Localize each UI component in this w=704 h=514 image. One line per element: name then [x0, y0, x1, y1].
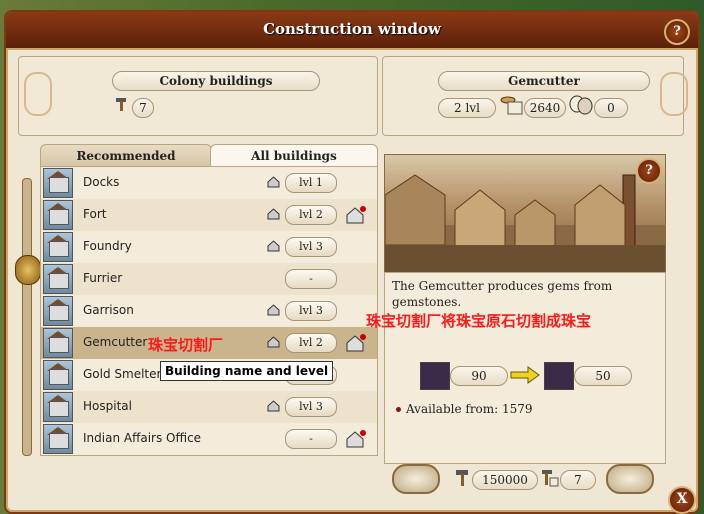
build-upgrade-icon[interactable] [345, 205, 367, 225]
building-icon [43, 424, 73, 454]
colony-panel [18, 56, 378, 136]
hammer-icon [116, 98, 126, 111]
list-item-furrier[interactable]: Furrier - [41, 263, 377, 295]
town-illustration [385, 174, 665, 273]
tooltip: Building name and level [160, 361, 334, 381]
bullet-dot [396, 407, 401, 412]
building-name: Fort [83, 207, 107, 221]
build-upgrade-icon[interactable] [345, 429, 367, 449]
gems-icon [544, 362, 574, 390]
building-level: - [285, 269, 337, 289]
build-button[interactable] [606, 464, 654, 494]
tab-recommended[interactable]: Recommended [40, 144, 212, 168]
demolish-button[interactable] [392, 464, 440, 494]
building-level: lvl 2 [285, 333, 337, 353]
list-item-foundry[interactable]: Foundry lvl 3 [41, 231, 377, 263]
building-description: The Gemcutter produces gems from gemston… [392, 279, 613, 309]
building-preview-image [384, 154, 666, 274]
hammer-icon [456, 470, 468, 486]
building-name: Gold Smelter [83, 367, 162, 381]
list-item-garrison[interactable]: Garrison lvl 3 [41, 295, 377, 327]
building-name: Gemcutter [83, 335, 148, 349]
building-name: Docks [83, 175, 120, 189]
input-amount: 90 [450, 366, 508, 386]
build-upgrade-icon[interactable] [345, 333, 367, 353]
building-icon [43, 392, 73, 422]
building-icon [43, 296, 73, 326]
list-item-hospital[interactable]: Hospital lvl 3 [41, 391, 377, 423]
help-button[interactable]: ? [664, 19, 690, 45]
output-amount: 50 [574, 366, 632, 386]
list-scrollbar[interactable] [22, 178, 32, 456]
selected-cost: 2640 [524, 98, 566, 118]
close-button[interactable]: X [668, 486, 696, 514]
building-icon [43, 232, 73, 262]
building-level: lvl 2 [285, 205, 337, 225]
description-annotation: 珠宝切割厂将珠宝原石切割成珠宝 [366, 312, 592, 330]
building-icon [43, 200, 73, 230]
window-title: Construction window [263, 20, 441, 38]
builder-icon [542, 470, 559, 487]
list-item-fort[interactable]: Fort lvl 2 [41, 199, 377, 231]
tab-all-buildings[interactable]: All buildings [210, 144, 378, 167]
building-icon [43, 264, 73, 294]
building-name: Furrier [83, 271, 123, 285]
house-icon [267, 400, 280, 412]
building-list: Docks lvl 1 Fort lvl 2 Foundry lvl 3 Fur… [40, 166, 378, 456]
preview-help-button[interactable]: ? [636, 158, 662, 184]
building-name: Indian Affairs Office [83, 431, 202, 445]
building-level: lvl 1 [285, 173, 337, 193]
gemstone-icon [420, 362, 450, 390]
cost-ledger-icon [500, 96, 523, 115]
building-name: Garrison [83, 303, 134, 317]
building-tabs: Recommended All buildings [40, 144, 378, 168]
colony-header: Colony buildings [112, 71, 320, 91]
title-bar: Construction window ? [6, 12, 698, 50]
building-name: Foundry [83, 239, 132, 253]
house-icon [267, 304, 280, 316]
house-icon [267, 208, 280, 220]
selected-panel [382, 56, 684, 136]
building-name: Hospital [83, 399, 132, 413]
building-level: lvl 3 [285, 301, 337, 321]
building-level: - [285, 429, 337, 449]
selected-building-header: Gemcutter [438, 71, 650, 91]
available-from-text: Available from: 1579 [406, 402, 533, 416]
available-from: Available from: 1579 [396, 402, 533, 416]
build-cost: 150000 [472, 470, 538, 490]
colony-builders-count: 7 [132, 98, 154, 118]
building-icon [43, 168, 73, 198]
building-name-annotation: 珠宝切割厂 [148, 336, 224, 354]
left-ornament [24, 72, 52, 116]
builders-count: 7 [560, 470, 596, 490]
selected-entertainment: 0 [594, 98, 628, 118]
house-icon [267, 336, 280, 348]
selected-level: 2 lvl [438, 98, 496, 118]
construction-window: Construction window ? Colony buildings 7… [4, 10, 700, 514]
list-item-docks[interactable]: Docks lvl 1 [41, 167, 377, 199]
right-ornament [660, 72, 688, 116]
house-icon [267, 240, 280, 252]
building-level: lvl 3 [285, 237, 337, 257]
building-level: lvl 3 [285, 397, 337, 417]
building-icon [43, 328, 73, 358]
building-icon [43, 360, 73, 390]
scroll-thumb[interactable] [15, 255, 41, 285]
list-item-indian-affairs-office[interactable]: Indian Affairs Office - [41, 423, 377, 455]
arrow-right-icon [510, 366, 540, 384]
theater-masks-icon [569, 95, 593, 115]
house-icon [267, 176, 280, 188]
